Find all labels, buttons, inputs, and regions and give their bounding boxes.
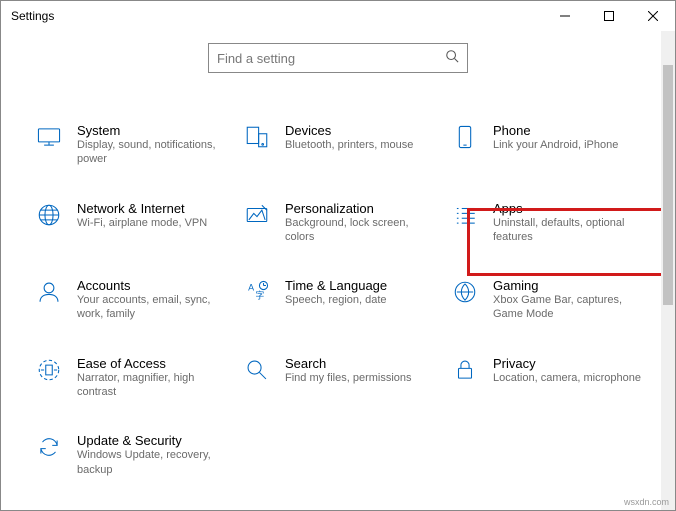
apps-icon (451, 201, 479, 229)
system-icon (35, 123, 63, 151)
scrollbar-track[interactable] (661, 31, 675, 510)
tile-search[interactable]: Search Find my files, permissions (243, 356, 443, 400)
tile-desc: Xbox Game Bar, captures, Game Mode (493, 293, 643, 322)
tile-desc: Link your Android, iPhone (493, 138, 618, 152)
search-input[interactable] (217, 51, 445, 66)
tile-text: Devices Bluetooth, printers, mouse (285, 123, 413, 152)
tile-text: Privacy Location, camera, microphone (493, 356, 641, 385)
tile-title: Accounts (77, 278, 227, 293)
minimize-icon (560, 11, 570, 21)
tile-text: System Display, sound, notifications, po… (77, 123, 227, 167)
tile-title: Phone (493, 123, 618, 138)
tile-text: Ease of Access Narrator, magnifier, high… (77, 356, 227, 400)
tile-title: Update & Security (77, 433, 227, 448)
tile-accounts[interactable]: Accounts Your accounts, email, sync, wor… (35, 278, 235, 322)
globe-icon (35, 201, 63, 229)
tile-privacy[interactable]: Privacy Location, camera, microphone (451, 356, 651, 400)
close-icon (648, 11, 658, 21)
tile-desc: Uninstall, defaults, optional features (493, 216, 643, 245)
tile-text: Phone Link your Android, iPhone (493, 123, 618, 152)
tile-text: Time & Language Speech, region, date (285, 278, 387, 307)
tile-title: Ease of Access (77, 356, 227, 371)
tile-title: Network & Internet (77, 201, 207, 216)
tile-ease-of-access[interactable]: Ease of Access Narrator, magnifier, high… (35, 356, 235, 400)
tile-text: Personalization Background, lock screen,… (285, 201, 435, 245)
maximize-icon (604, 11, 614, 21)
tile-text: Gaming Xbox Game Bar, captures, Game Mod… (493, 278, 643, 322)
tile-desc: Speech, region, date (285, 293, 387, 307)
phone-icon (451, 123, 479, 151)
tile-time[interactable]: A字 Time & Language Speech, region, date (243, 278, 443, 322)
tile-title: Personalization (285, 201, 435, 216)
tile-desc: Background, lock screen, colors (285, 216, 435, 245)
tile-desc: Display, sound, notifications, power (77, 138, 227, 167)
watermark: wsxdn.com (624, 497, 669, 507)
svg-text:字: 字 (255, 290, 264, 301)
titlebar: Settings (1, 1, 675, 31)
svg-text:A: A (248, 283, 254, 293)
tile-update[interactable]: Update & Security Windows Update, recove… (35, 433, 235, 477)
search-box[interactable] (208, 43, 468, 73)
personalization-icon (243, 201, 271, 229)
tile-title: Time & Language (285, 278, 387, 293)
tile-desc: Your accounts, email, sync, work, family (77, 293, 227, 322)
tile-desc: Wi-Fi, airplane mode, VPN (77, 216, 207, 230)
tile-title: Devices (285, 123, 413, 138)
tile-title: Gaming (493, 278, 643, 293)
search-container (1, 31, 675, 83)
tile-text: Network & Internet Wi-Fi, airplane mode,… (77, 201, 207, 230)
tile-network[interactable]: Network & Internet Wi-Fi, airplane mode,… (35, 201, 235, 245)
tile-gaming[interactable]: Gaming Xbox Game Bar, captures, Game Mod… (451, 278, 651, 322)
window-title: Settings (11, 9, 54, 23)
search-tile-icon (243, 356, 271, 384)
content-area: System Display, sound, notifications, po… (1, 31, 675, 510)
tile-devices[interactable]: Devices Bluetooth, printers, mouse (243, 123, 443, 167)
tile-title: Search (285, 356, 412, 371)
update-icon (35, 433, 63, 461)
categories-grid: System Display, sound, notifications, po… (1, 83, 675, 497)
devices-icon (243, 123, 271, 151)
tile-text: Apps Uninstall, defaults, optional featu… (493, 201, 643, 245)
tile-text: Update & Security Windows Update, recove… (77, 433, 227, 477)
ease-of-access-icon (35, 356, 63, 384)
scrollbar-thumb[interactable] (663, 65, 673, 305)
time-language-icon: A字 (243, 278, 271, 306)
tile-title: Privacy (493, 356, 641, 371)
tile-system[interactable]: System Display, sound, notifications, po… (35, 123, 235, 167)
tile-desc: Find my files, permissions (285, 371, 412, 385)
search-icon (445, 49, 459, 68)
lock-icon (451, 356, 479, 384)
tile-apps[interactable]: Apps Uninstall, defaults, optional featu… (451, 201, 651, 245)
tile-personalization[interactable]: Personalization Background, lock screen,… (243, 201, 443, 245)
accounts-icon (35, 278, 63, 306)
tile-text: Accounts Your accounts, email, sync, wor… (77, 278, 227, 322)
tile-desc: Narrator, magnifier, high contrast (77, 371, 227, 400)
tile-phone[interactable]: Phone Link your Android, iPhone (451, 123, 651, 167)
window-controls (543, 1, 675, 31)
gaming-icon (451, 278, 479, 306)
tile-title: Apps (493, 201, 643, 216)
settings-window: Settings (0, 0, 676, 511)
minimize-button[interactable] (543, 1, 587, 31)
maximize-button[interactable] (587, 1, 631, 31)
tile-desc: Location, camera, microphone (493, 371, 641, 385)
tile-text: Search Find my files, permissions (285, 356, 412, 385)
tile-desc: Bluetooth, printers, mouse (285, 138, 413, 152)
tile-desc: Windows Update, recovery, backup (77, 448, 227, 477)
tile-title: System (77, 123, 227, 138)
close-button[interactable] (631, 1, 675, 31)
